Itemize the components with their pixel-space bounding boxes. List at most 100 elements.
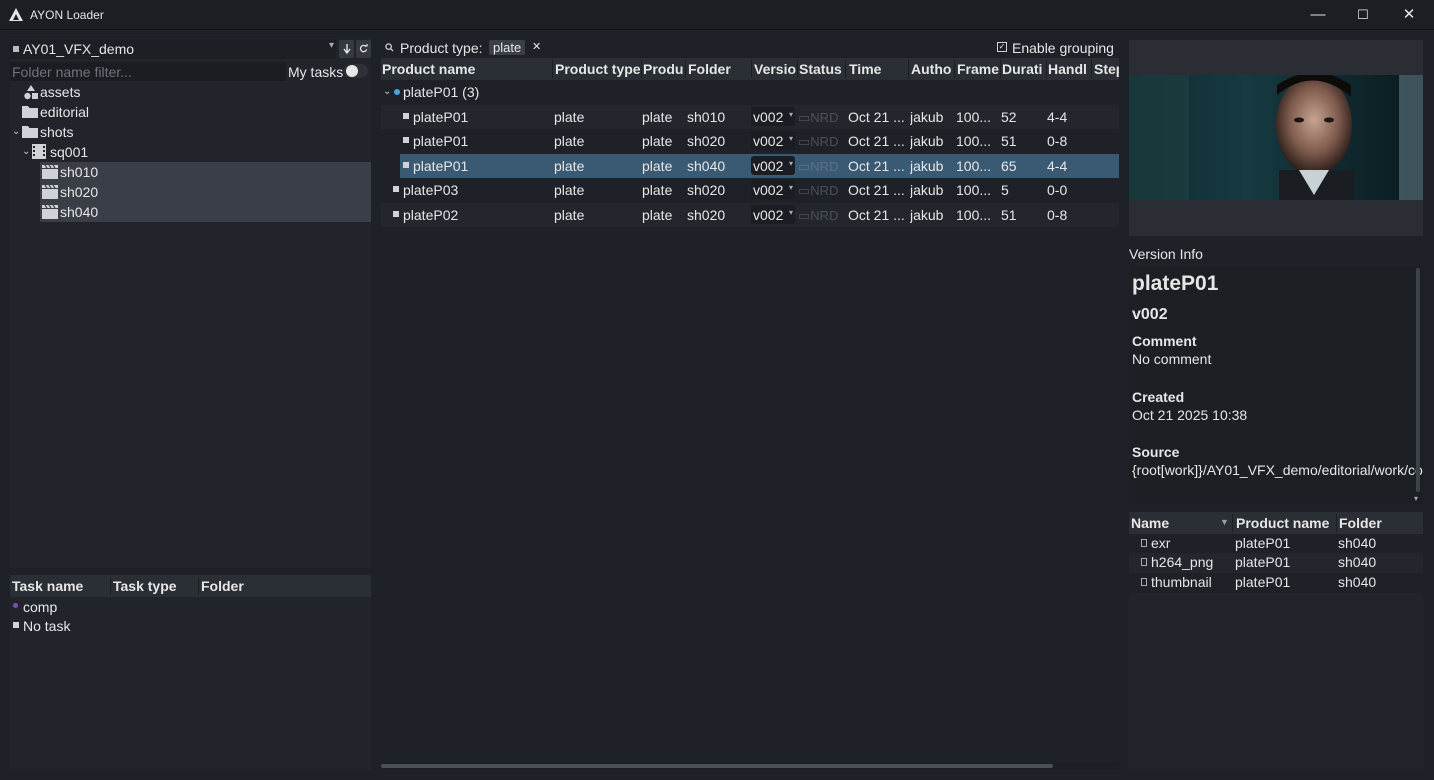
column-product-type[interactable]: Product type <box>555 61 641 77</box>
task-row-no-task[interactable]: No task <box>10 616 371 636</box>
group-row[interactable]: ⌄ plateP01 (3) <box>381 80 1119 104</box>
column-time[interactable]: Time <box>849 61 907 77</box>
product-author: jakub <box>910 109 944 125</box>
dropdown-arrow-icon: ▾ <box>788 159 793 168</box>
chevron-down-icon[interactable]: ⌄ <box>12 126 20 137</box>
horizontal-scrollbar[interactable] <box>381 763 1119 769</box>
scroll-down-icon[interactable]: ▾ <box>1414 494 1418 503</box>
file-icon <box>1141 578 1147 586</box>
status-icon: ▭ <box>798 134 811 149</box>
tree-item-sh020[interactable]: sh020 <box>40 182 371 202</box>
version-dropdown[interactable]: v002 ▾ <box>751 156 795 175</box>
status-label: ▭NRD <box>798 134 838 150</box>
representations-header: Name ▼ Product name Folder <box>1129 512 1423 534</box>
representation-row[interactable]: exr plateP01 sh040 <box>1129 534 1423 554</box>
product-row[interactable]: plateP01 plate plate sh010 v002 ▾ ▭NRD Oc… <box>381 105 1119 129</box>
product-handles: 0-8 <box>1047 207 1068 223</box>
clapper-icon <box>42 185 58 199</box>
comment-value: No comment <box>1132 351 1212 367</box>
status-label: ▭NRD <box>798 208 838 224</box>
tree-item-sh040[interactable]: sh040 <box>40 202 371 222</box>
representation-row[interactable]: h264_png plateP01 sh040 <box>1129 553 1423 573</box>
column-separator <box>1232 514 1233 532</box>
version-dropdown[interactable]: v002 ▾ <box>751 205 795 224</box>
my-tasks-toggle[interactable] <box>344 64 368 78</box>
column-rep-name[interactable]: Name <box>1131 515 1169 531</box>
tree-item-sq001[interactable]: ⌄ sq001 <box>10 142 371 162</box>
column-author[interactable]: Autho <box>911 61 953 77</box>
chevron-down-icon[interactable]: ⌄ <box>383 86 391 97</box>
product-icon <box>393 211 399 217</box>
status-icon: ▭ <box>798 183 811 198</box>
go-to-current-button[interactable] <box>339 40 354 58</box>
chevron-down-icon[interactable]: ⌄ <box>22 146 30 157</box>
column-task-type[interactable]: Task type <box>113 578 177 594</box>
dropdown-arrow-icon: ▾ <box>788 110 793 119</box>
info-scrollbar[interactable] <box>1416 268 1420 492</box>
my-tasks-label: My tasks <box>288 64 344 80</box>
project-name: AY01_VFX_demo <box>23 41 135 57</box>
task-name: comp <box>23 599 58 615</box>
column-folder[interactable]: Folder <box>201 578 244 594</box>
product-duration: 51 <box>1001 133 1017 149</box>
product-row[interactable]: plateP01 plate plate sh020 v002 ▾ ▭NRD Oc… <box>381 129 1119 153</box>
status-value: NRD <box>810 134 839 149</box>
column-version[interactable]: Versio <box>754 61 796 77</box>
product-duration: 5 <box>1001 182 1009 198</box>
task-row-comp[interactable]: comp <box>10 597 371 617</box>
column-rep-folder[interactable]: Folder <box>1339 515 1382 531</box>
column-separator <box>797 60 798 78</box>
product-folder: sh040 <box>687 158 726 174</box>
project-dropdown[interactable]: AY01_VFX_demo ▾ <box>10 39 336 59</box>
product-row[interactable]: plateP03 plate plate sh020 v002 ▾ ▭NRD Oc… <box>381 178 1119 202</box>
representation-row[interactable]: thumbnail plateP01 sh040 <box>1129 573 1423 593</box>
remove-filter-icon[interactable]: ✕ <box>532 40 541 53</box>
rep-folder: sh040 <box>1338 535 1377 551</box>
column-product[interactable]: Produ <box>643 61 684 77</box>
filter-pill-plate[interactable]: plate <box>489 40 526 55</box>
column-status[interactable]: Status <box>799 61 843 77</box>
scrollbar-thumb[interactable] <box>381 764 1053 768</box>
ayon-logo-icon <box>9 8 23 21</box>
product-type: plate <box>554 182 585 198</box>
column-rep-product[interactable]: Product name <box>1236 515 1329 531</box>
column-frame[interactable]: Frame <box>957 61 1000 77</box>
assets-icon <box>24 85 38 100</box>
folder-filter-input[interactable] <box>10 62 286 81</box>
version-dropdown[interactable]: v002 ▾ <box>751 107 795 126</box>
tree-item-assets[interactable]: assets <box>10 82 371 102</box>
minimize-button[interactable]: — <box>1295 0 1341 30</box>
product-folder: sh010 <box>687 109 726 125</box>
product-type: plate <box>554 133 585 149</box>
sort-indicator-icon: ▼ <box>1220 517 1229 527</box>
column-separator <box>954 60 955 78</box>
column-handles[interactable]: Handl <box>1048 61 1090 77</box>
close-button[interactable]: ✕ <box>1386 0 1432 30</box>
product-name: plateP02 <box>403 207 459 223</box>
tree-item-editorial[interactable]: editorial <box>10 102 371 122</box>
product-frame: 100... <box>956 207 992 223</box>
column-separator <box>1091 60 1092 78</box>
column-product-name[interactable]: Product name <box>382 61 550 77</box>
product-row[interactable]: plateP02 plate plate sh020 v002 ▾ ▭NRD Oc… <box>381 203 1119 227</box>
product-row-selected[interactable]: plateP01 plate plate sh040 v002 ▾ ▭NRD Oc… <box>400 154 1119 178</box>
status-value: NRD <box>810 159 839 174</box>
info-version: v002 <box>1132 306 1168 323</box>
version-dropdown[interactable]: v002 ▾ <box>751 180 795 199</box>
status-icon: ▭ <box>798 110 811 125</box>
refresh-button[interactable] <box>356 40 371 58</box>
tree-item-sh010[interactable]: sh010 <box>40 162 371 182</box>
enable-grouping-checkbox[interactable]: ✓ <box>997 42 1007 52</box>
column-separator <box>1336 514 1337 532</box>
column-step[interactable]: Step <box>1094 61 1119 77</box>
tree-item-shots[interactable]: ⌄ shots <box>10 122 371 142</box>
filter-label: Product type: <box>400 40 483 56</box>
column-task-name[interactable]: Task name <box>12 578 83 594</box>
product-base-type: plate <box>642 133 673 149</box>
tree-item-label: editorial <box>40 104 90 120</box>
version-dropdown[interactable]: v002 ▾ <box>751 131 795 150</box>
column-folder[interactable]: Folder <box>688 61 748 77</box>
product-icon <box>403 137 409 143</box>
column-duration[interactable]: Durati <box>1002 61 1045 77</box>
maximize-button[interactable]: ☐ <box>1340 0 1386 30</box>
